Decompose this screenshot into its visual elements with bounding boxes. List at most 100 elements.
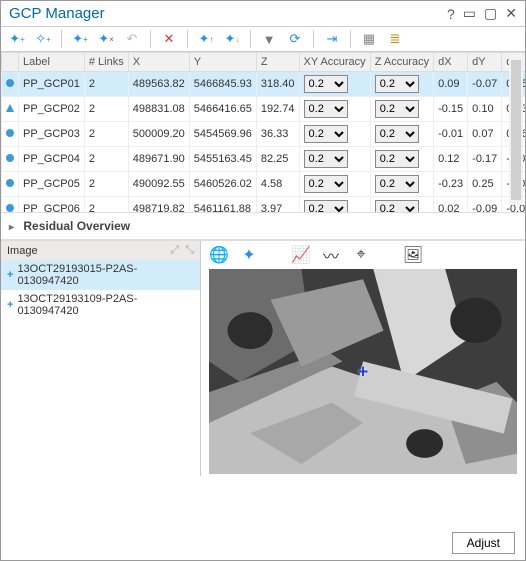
cell: 3.97 <box>256 197 299 213</box>
table-icon[interactable]: ▦ <box>359 29 379 49</box>
cell: -0.23 <box>434 172 468 197</box>
move-up-icon[interactable]: ✦↑ <box>196 29 216 49</box>
cell: 0.2 <box>299 72 370 97</box>
add-gcp-icon[interactable]: ✦+ <box>7 29 27 49</box>
cell: 0.2 <box>370 172 433 197</box>
cell: PP_GCP05 <box>19 172 85 197</box>
col-header[interactable]: # Links <box>84 53 128 72</box>
cell <box>2 172 19 197</box>
z-accuracy-select[interactable]: 0.2 <box>375 75 419 93</box>
table-row[interactable]: PP_GCP052490092.555460526.024.580.20.2-0… <box>2 172 526 197</box>
table-row[interactable]: PP_GCP012489563.825466845.93318.400.20.2… <box>2 72 526 97</box>
measure-icon[interactable]: ⇥ <box>322 29 342 49</box>
xy-accuracy-select[interactable]: 0.2 <box>304 175 348 193</box>
globe-icon[interactable]: 🌐 <box>209 245 229 265</box>
cell: PP_GCP04 <box>19 147 85 172</box>
table-row[interactable]: PP_GCP032500009.205454569.9636.330.20.2-… <box>2 122 526 147</box>
xy-accuracy-select[interactable]: 0.2 <box>304 150 348 168</box>
cell: PP_GCP06 <box>19 197 85 213</box>
image-panel-title: Image <box>7 245 38 257</box>
cell: PP_GCP01 <box>19 72 85 97</box>
cell: 2 <box>84 172 128 197</box>
image-list-item[interactable]: +13OCT29193015-P2AS-0130947420 <box>1 260 200 290</box>
image-panel: Image ⤢ ⤡ +13OCT29193015-P2AS-0130947420… <box>1 241 201 476</box>
adjust-button[interactable]: Adjust <box>452 532 515 554</box>
maximize-icon[interactable]: ▢ <box>484 5 497 22</box>
delete-icon[interactable]: ✕ <box>159 29 179 49</box>
col-header[interactable]: Label <box>19 53 85 72</box>
cell: 0.25 <box>468 172 502 197</box>
cell: 0.2 <box>299 172 370 197</box>
row-marker-icon <box>6 154 14 162</box>
xy-accuracy-select[interactable]: 0.2 <box>304 125 348 143</box>
cell: 0.2 <box>299 197 370 213</box>
close-icon[interactable]: ✕ <box>505 5 517 22</box>
link-add-icon[interactable]: ✦+ <box>70 29 90 49</box>
col-header[interactable]: XY Accuracy <box>299 53 370 72</box>
cell: 0.2 <box>370 97 433 122</box>
z-accuracy-select[interactable]: 0.2 <box>375 200 419 212</box>
cell: 0.10 <box>468 97 502 122</box>
cell: -0.17 <box>468 147 502 172</box>
cell: 2 <box>84 147 128 172</box>
xy-accuracy-select[interactable]: 0.2 <box>304 75 348 93</box>
cell: -0.07 <box>468 72 502 97</box>
col-header[interactable]: X <box>128 53 189 72</box>
crosshair-icon[interactable]: ✦ <box>239 245 259 265</box>
cell: -0.09 <box>468 197 502 213</box>
aerial-view[interactable]: + <box>209 269 517 474</box>
cell: 0.2 <box>370 72 433 97</box>
cell: PP_GCP02 <box>19 97 85 122</box>
col-header[interactable]: Y <box>189 53 256 72</box>
col-header[interactable] <box>2 53 19 72</box>
col-header[interactable]: dY <box>468 53 502 72</box>
image-name: 13OCT29193109-P2AS-0130947420 <box>17 293 194 317</box>
grid-scrollbar[interactable] <box>509 55 523 205</box>
image-icon[interactable]: 🖼 <box>403 245 423 265</box>
link-remove-icon[interactable]: ✦× <box>96 29 116 49</box>
cell: 5466416.65 <box>189 97 256 122</box>
tool-icon[interactable]: ⌖ <box>351 245 371 265</box>
table-row[interactable]: PP_GCP042489671.905455163.4582.250.20.20… <box>2 147 526 172</box>
undo-icon[interactable]: ↶ <box>122 29 142 49</box>
options-icon[interactable]: ≣ <box>385 29 405 49</box>
table-row[interactable]: PP_GCP022498831.085466416.65192.740.20.2… <box>2 97 526 122</box>
add-gcp2-icon[interactable]: ✧+ <box>33 29 53 49</box>
cell: PP_GCP03 <box>19 122 85 147</box>
table-row[interactable]: PP_GCP062498719.825461161.883.970.20.20.… <box>2 197 526 213</box>
cell: 0.2 <box>299 97 370 122</box>
cell: -0.15 <box>434 97 468 122</box>
plus-icon: + <box>7 299 13 311</box>
cell <box>2 122 19 147</box>
chart-icon[interactable]: 📈 <box>291 245 311 265</box>
xy-accuracy-select[interactable]: 0.2 <box>304 100 348 118</box>
help-icon[interactable]: ? <box>447 6 455 22</box>
xy-accuracy-select[interactable]: 0.2 <box>304 200 348 212</box>
row-marker-icon <box>6 104 14 112</box>
cell: -0.01 <box>434 122 468 147</box>
move-down-icon[interactable]: ✦↓ <box>222 29 242 49</box>
cell: 0.07 <box>468 122 502 147</box>
plus-icon: + <box>7 269 13 281</box>
cell: 489563.82 <box>128 72 189 97</box>
filter-icon[interactable]: ▼ <box>259 29 279 49</box>
minimize-icon[interactable]: ▭ <box>463 5 476 22</box>
col-header[interactable]: Z <box>256 53 299 72</box>
cell <box>2 197 19 213</box>
cell: 0.12 <box>434 147 468 172</box>
z-accuracy-select[interactable]: 0.2 <box>375 175 419 193</box>
refresh-icon[interactable]: ⟳ <box>285 29 305 49</box>
col-header[interactable]: Z Accuracy <box>370 53 433 72</box>
gcp-table-wrap: Label# LinksXYZXY AccuracyZ AccuracydXdY… <box>1 52 525 212</box>
col-header[interactable]: dX <box>434 53 468 72</box>
residual-overview-header[interactable]: Residual Overview <box>1 212 525 240</box>
image-tool2-icon[interactable]: ⤡ <box>185 244 194 257</box>
curve-icon[interactable]: 〰 <box>321 245 341 265</box>
cell <box>2 72 19 97</box>
image-tool1-icon[interactable]: ⤢ <box>170 244 179 257</box>
image-list-item[interactable]: +13OCT29193109-P2AS-0130947420 <box>1 290 200 320</box>
z-accuracy-select[interactable]: 0.2 <box>375 150 419 168</box>
image-list: +13OCT29193015-P2AS-0130947420+13OCT2919… <box>1 260 200 476</box>
z-accuracy-select[interactable]: 0.2 <box>375 100 419 118</box>
z-accuracy-select[interactable]: 0.2 <box>375 125 419 143</box>
